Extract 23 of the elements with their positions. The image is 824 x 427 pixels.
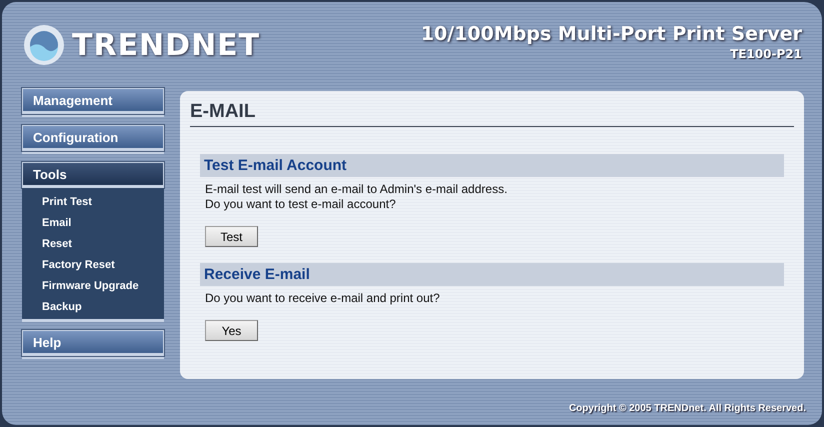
- submenu-link[interactable]: Backup: [42, 299, 164, 315]
- submenu-link[interactable]: Reset: [42, 236, 164, 252]
- nav-item[interactable]: Tools: [22, 162, 164, 188]
- copyright-text: Copyright © 2005 TRENDnet. All Rights Reserved.: [568, 402, 806, 414]
- nav-item[interactable]: Help: [22, 330, 164, 356]
- submenu-link[interactable]: Firmware Upgrade: [42, 278, 164, 294]
- logo-icon: [22, 23, 66, 67]
- model-number: TE100-P21: [730, 47, 802, 61]
- submenu-link[interactable]: Print Test: [42, 194, 164, 210]
- product-title: 10/100Mbps Multi-Port Print Server: [420, 23, 802, 45]
- action-button[interactable]: Test: [205, 226, 258, 247]
- submenu-link[interactable]: Factory Reset: [42, 257, 164, 273]
- section-heading: Receive E-mail: [200, 263, 784, 286]
- page-title: E-MAIL: [190, 99, 794, 127]
- submenu-link[interactable]: Email: [42, 215, 164, 231]
- logo-text: TRENDNET: [72, 28, 260, 62]
- nav-item[interactable]: Configuration: [22, 125, 164, 151]
- section-heading: Test E-mail Account: [200, 154, 784, 177]
- description-text: E-mail test will send an e-mail to Admin's e-mail address.: [205, 182, 508, 197]
- nav-item[interactable]: Management: [22, 88, 164, 114]
- action-button[interactable]: Yes: [205, 320, 258, 341]
- description-text: Do you want to receive e-mail and print out?: [205, 291, 441, 306]
- description-text: Do you want to test e-mail account?: [205, 197, 397, 212]
